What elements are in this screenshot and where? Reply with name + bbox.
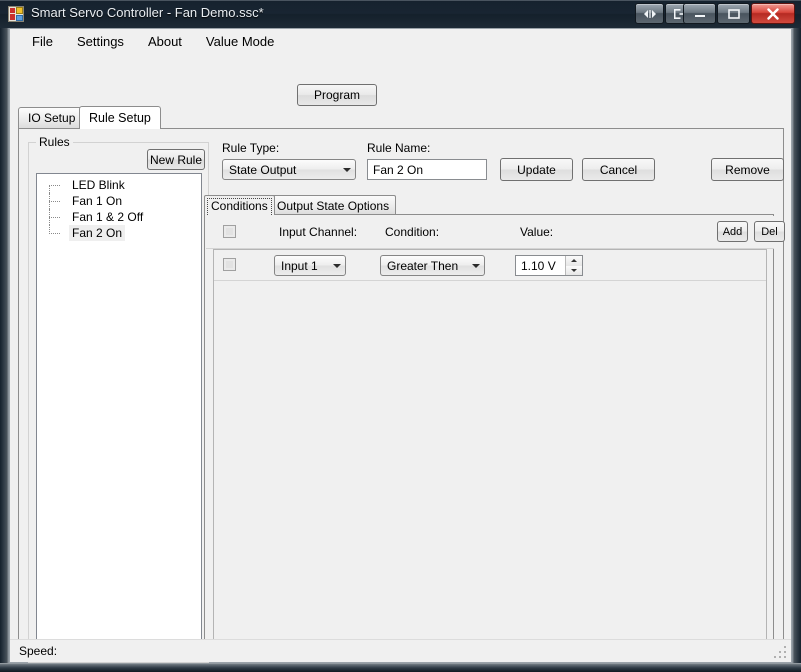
add-condition-button[interactable]: Add bbox=[717, 221, 748, 242]
rules-tree[interactable]: LED Blink Fan 1 On Fan 1 & 2 Off Fan 2 O… bbox=[36, 173, 202, 655]
list-item[interactable]: Fan 2 On bbox=[37, 225, 201, 241]
rule-type-value: State Output bbox=[229, 162, 297, 177]
application-window: Smart Servo Controller - Fan Demo.ssc* F… bbox=[0, 0, 801, 672]
conditions-page: Input Channel: Condition: Value: Add Del… bbox=[204, 214, 785, 652]
column-header-input-channel: Input Channel: bbox=[279, 225, 358, 239]
maximize-icon[interactable] bbox=[717, 3, 750, 24]
rule-type-label: Rule Type: bbox=[222, 141, 280, 155]
input-channel-select[interactable]: Input 1 bbox=[274, 255, 346, 276]
main-tab-strip: IO Setup Rule Setup bbox=[18, 106, 784, 129]
tab-rule-setup[interactable]: Rule Setup bbox=[79, 106, 161, 129]
menu-item-settings[interactable]: Settings bbox=[65, 31, 136, 52]
chevron-down-icon bbox=[328, 256, 345, 275]
menu-item-file[interactable]: File bbox=[20, 31, 65, 52]
resize-grip-icon[interactable] bbox=[774, 646, 787, 659]
select-all-checkbox[interactable] bbox=[223, 225, 236, 238]
app-icon bbox=[8, 6, 24, 22]
rules-group-box: Rules New Rule LED Blink Fan 1 On Fan 1 … bbox=[28, 135, 209, 663]
tab-output-state-options[interactable]: Output State Options bbox=[270, 195, 397, 215]
list-item-label: Fan 1 & 2 Off bbox=[72, 210, 144, 224]
tab-io-setup[interactable]: IO Setup bbox=[18, 107, 86, 128]
column-header-condition: Condition: bbox=[385, 225, 440, 239]
minimize-icon[interactable] bbox=[683, 3, 716, 24]
stepper-up-icon[interactable] bbox=[566, 256, 582, 266]
list-item[interactable]: Fan 1 On bbox=[37, 193, 201, 209]
list-item-label: Fan 2 On bbox=[69, 225, 126, 241]
del-condition-button[interactable]: Del bbox=[754, 221, 785, 242]
status-bar: Speed: bbox=[10, 639, 791, 662]
titlebar-window-buttons bbox=[682, 3, 795, 25]
conditions-tab-control: Conditions Output State Options Input Ch… bbox=[204, 195, 785, 652]
client-area: File Settings About Value Mode Program I… bbox=[9, 28, 792, 663]
menu-bar: File Settings About Value Mode bbox=[10, 29, 791, 54]
conditions-header-row: Input Channel: Condition: Value: Add Del bbox=[206, 216, 785, 249]
rules-group-title: Rules bbox=[36, 135, 73, 149]
window-frame-right bbox=[792, 0, 801, 672]
row-select-checkbox[interactable] bbox=[223, 258, 236, 271]
table-row[interactable]: Input 1 Greater Then 1.10 V bbox=[214, 250, 766, 281]
window-title: Smart Servo Controller - Fan Demo.ssc* bbox=[31, 5, 264, 20]
title-bar[interactable]: Smart Servo Controller - Fan Demo.ssc* bbox=[0, 0, 801, 28]
menu-item-about[interactable]: About bbox=[136, 31, 194, 52]
rule-type-select[interactable]: State Output bbox=[222, 159, 356, 180]
remove-button[interactable]: Remove bbox=[711, 158, 784, 181]
left-right-arrows-icon[interactable] bbox=[635, 3, 664, 24]
cancel-button[interactable]: Cancel bbox=[582, 158, 655, 181]
value-stepper-buttons bbox=[565, 256, 582, 275]
close-icon[interactable] bbox=[751, 3, 795, 24]
stepper-down-icon[interactable] bbox=[566, 265, 582, 275]
rule-name-label: Rule Name: bbox=[367, 141, 431, 155]
rule-setup-tab-page: Rules New Rule LED Blink Fan 1 On Fan 1 … bbox=[18, 128, 785, 663]
list-item-label: Fan 1 On bbox=[72, 194, 123, 208]
condition-value: Greater Then bbox=[387, 258, 459, 273]
window-frame-left bbox=[0, 0, 9, 672]
conditions-grid: Input 1 Greater Then 1.10 V bbox=[213, 249, 767, 649]
rule-name-input[interactable]: Fan 2 On bbox=[367, 159, 487, 180]
chevron-down-icon bbox=[467, 256, 484, 275]
column-header-value: Value: bbox=[520, 225, 554, 239]
input-channel-value: Input 1 bbox=[281, 258, 318, 273]
window-frame-bottom bbox=[0, 663, 801, 672]
new-rule-button[interactable]: New Rule bbox=[147, 149, 205, 170]
menu-item-value-mode[interactable]: Value Mode bbox=[194, 31, 286, 52]
tab-conditions[interactable]: Conditions bbox=[204, 195, 275, 215]
list-item[interactable]: LED Blink bbox=[37, 177, 201, 193]
title-bar-highlight bbox=[0, 0, 801, 1]
program-button[interactable]: Program bbox=[297, 84, 377, 106]
chevron-down-icon bbox=[338, 160, 355, 179]
list-item[interactable]: Fan 1 & 2 Off bbox=[37, 209, 201, 225]
status-speed-label: Speed: bbox=[19, 644, 58, 658]
list-item-label: LED Blink bbox=[72, 178, 125, 192]
condition-select[interactable]: Greater Then bbox=[380, 255, 485, 276]
inner-tab-strip: Conditions Output State Options bbox=[204, 195, 774, 215]
value-stepper[interactable]: 1.10 V bbox=[515, 255, 583, 276]
value-stepper-value: 1.10 V bbox=[521, 258, 556, 273]
update-button[interactable]: Update bbox=[500, 158, 573, 181]
